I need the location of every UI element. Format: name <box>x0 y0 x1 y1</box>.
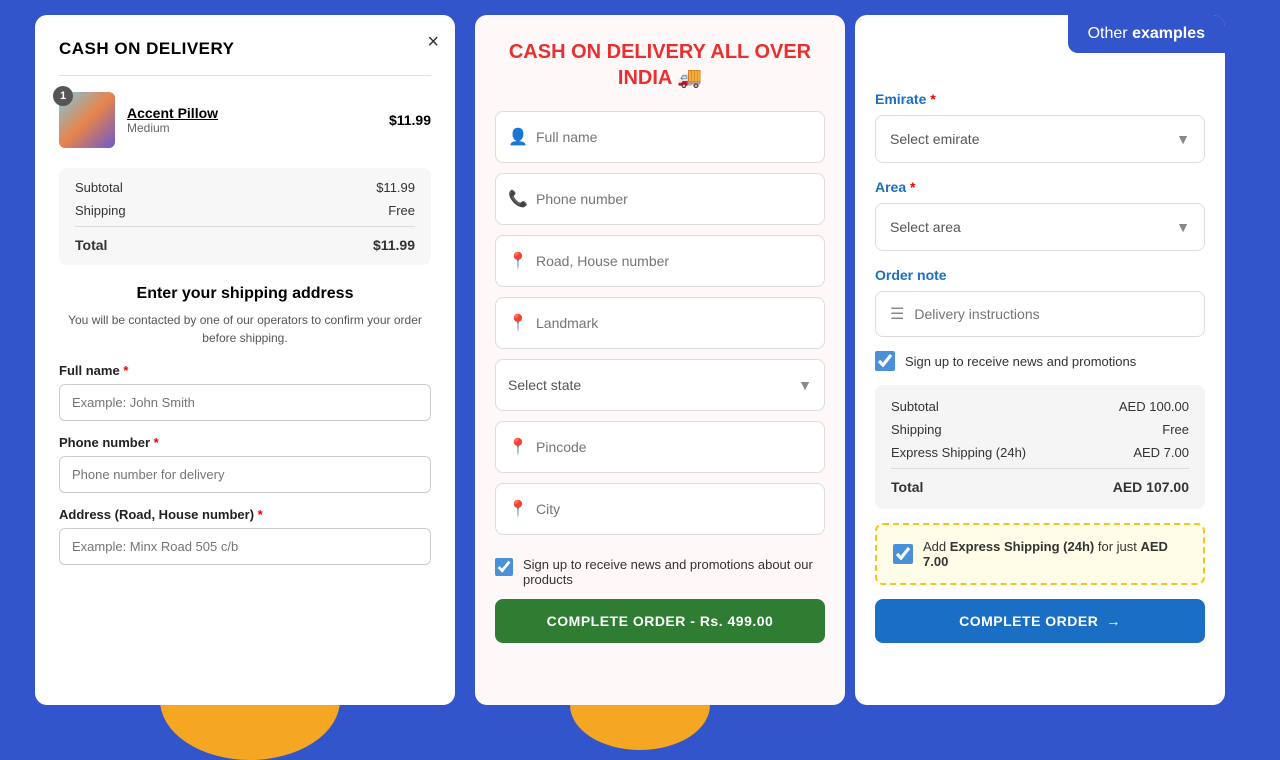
pincode-input-row: 📍 <box>495 421 825 473</box>
right-shipping-label: Shipping <box>891 422 942 437</box>
right-total-value: AED 107.00 <box>1113 479 1189 495</box>
landmark-input-row: 📍 <box>495 297 825 349</box>
middle-complete-button[interactable]: COMPLETE ORDER - Rs. 499.00 <box>495 599 825 643</box>
right-subtotal-row: Subtotal AED 100.00 <box>891 399 1189 414</box>
middle-signup-label: Sign up to receive news and promotions a… <box>523 557 825 587</box>
fullname-input[interactable] <box>59 384 431 421</box>
location-icon: 📍 <box>508 251 536 271</box>
right-express-value: AED 7.00 <box>1133 445 1189 460</box>
notes-icon: ☰ <box>890 304 904 324</box>
state-select[interactable]: Select state Maharashtra Delhi Karnataka… <box>508 377 798 393</box>
right-express-row: Express Shipping (24h) AED 7.00 <box>891 445 1189 460</box>
right-shipping-row: Shipping Free <box>891 422 1189 437</box>
subtotal-value: $11.99 <box>376 180 415 195</box>
product-variant: Medium <box>127 121 218 135</box>
city-input-row: 📍 <box>495 483 825 535</box>
product-price: $11.99 <box>389 112 431 128</box>
phone-input[interactable] <box>59 456 431 493</box>
cart-badge: 1 <box>53 86 73 106</box>
right-panel: Other examples Emirate * Select emirate … <box>855 15 1225 705</box>
right-total-label: Total <box>891 479 923 495</box>
area-label: Area * <box>875 179 1205 195</box>
middle-road-input[interactable] <box>536 253 812 269</box>
express-shipping-checkbox[interactable] <box>893 544 913 564</box>
phone-icon: 📞 <box>508 189 536 209</box>
middle-signup-checkbox[interactable] <box>495 558 513 576</box>
express-shipping-box: Add Express Shipping (24h) for just AED … <box>875 523 1205 585</box>
right-total-row: Total AED 107.00 <box>891 468 1189 495</box>
emirate-chevron-icon: ▼ <box>1176 131 1190 147</box>
state-select-row[interactable]: Select state Maharashtra Delhi Karnataka… <box>495 359 825 411</box>
middle-signup-row: Sign up to receive news and promotions a… <box>495 557 825 587</box>
examples-text: examples <box>1132 25 1205 42</box>
right-complete-arrow: → <box>1106 613 1121 629</box>
right-shipping-value: Free <box>1162 422 1189 437</box>
address-field-group: Address (Road, House number) * <box>59 507 431 565</box>
fullname-field-group: Full name * <box>59 363 431 421</box>
express-shipping-text: Add Express Shipping (24h) for just AED … <box>923 539 1187 569</box>
divider <box>59 75 431 76</box>
right-express-label: Express Shipping (24h) <box>891 445 1026 460</box>
person-icon: 👤 <box>508 127 536 147</box>
road-input-row: 📍 <box>495 235 825 287</box>
middle-fullname-input[interactable] <box>536 129 812 145</box>
panel-title: CASH ON DELIVERY <box>59 39 431 59</box>
shipping-label: Shipping <box>75 203 126 218</box>
address-label: Address (Road, House number) * <box>59 507 431 522</box>
right-subtotal-value: AED 100.00 <box>1119 399 1189 414</box>
area-chevron-icon: ▼ <box>1176 219 1190 235</box>
emirate-dropdown-row[interactable]: Select emirate Dubai Abu Dhabi Sharjah A… <box>875 115 1205 163</box>
order-note-label: Order note <box>875 267 1205 283</box>
middle-city-input[interactable] <box>536 501 812 517</box>
left-panel: × CASH ON DELIVERY 1 Accent Pillow Mediu… <box>35 15 455 705</box>
right-summary-box: Subtotal AED 100.00 Shipping Free Expres… <box>875 385 1205 509</box>
order-summary: Subtotal $11.99 Shipping Free Total $11.… <box>59 168 431 265</box>
middle-landmark-input[interactable] <box>536 315 812 331</box>
address-input[interactable] <box>59 528 431 565</box>
shipping-row: Shipping Free <box>75 203 415 218</box>
phone-field-group: Phone number * <box>59 435 431 493</box>
middle-pincode-input[interactable] <box>536 439 812 455</box>
total-label: Total <box>75 237 107 253</box>
right-complete-label: COMPLETE ORDER <box>959 613 1098 629</box>
phone-input-row: 📞 <box>495 173 825 225</box>
subtotal-row: Subtotal $11.99 <box>75 180 415 195</box>
right-signup-checkbox[interactable] <box>875 351 895 371</box>
emirate-select[interactable]: Select emirate Dubai Abu Dhabi Sharjah A… <box>890 131 1176 147</box>
product-name: Accent Pillow <box>127 105 218 121</box>
middle-title: CASH ON DELIVERY ALL OVER INDIA 🚚 <box>495 39 825 91</box>
phone-label: Phone number * <box>59 435 431 450</box>
right-subtotal-label: Subtotal <box>891 399 939 414</box>
total-row: Total $11.99 <box>75 226 415 253</box>
close-button[interactable]: × <box>427 31 439 54</box>
right-signup-row: Sign up to receive news and promotions <box>875 351 1205 371</box>
shipping-section-desc: You will be contacted by one of our oper… <box>59 311 431 347</box>
total-value: $11.99 <box>373 237 415 253</box>
area-dropdown-row[interactable]: Select area Downtown Marina Jumeirah Dei… <box>875 203 1205 251</box>
landmark-icon: 📍 <box>508 313 536 333</box>
delivery-instructions-row: ☰ <box>875 291 1205 337</box>
subtotal-label: Subtotal <box>75 180 123 195</box>
middle-phone-input[interactable] <box>536 191 812 207</box>
right-complete-button[interactable]: COMPLETE ORDER → <box>875 599 1205 643</box>
right-signup-label: Sign up to receive news and promotions <box>905 354 1136 369</box>
cart-image-wrap: 1 <box>59 92 115 148</box>
pincode-icon: 📍 <box>508 437 536 457</box>
other-text: Other <box>1088 25 1132 42</box>
emirate-label: Emirate * <box>875 91 1205 107</box>
delivery-instructions-input[interactable] <box>914 306 1190 322</box>
middle-panel: CASH ON DELIVERY ALL OVER INDIA 🚚 👤 📞 📍 … <box>475 15 845 705</box>
other-examples-badge: Other examples <box>1068 15 1225 53</box>
fullname-input-row: 👤 <box>495 111 825 163</box>
city-icon: 📍 <box>508 499 536 519</box>
chevron-down-icon: ▼ <box>798 377 812 393</box>
cart-item: 1 Accent Pillow Medium $11.99 <box>59 92 431 148</box>
shipping-section-title: Enter your shipping address <box>59 285 431 303</box>
shipping-value: Free <box>388 203 415 218</box>
area-select[interactable]: Select area Downtown Marina Jumeirah Dei… <box>890 219 1176 235</box>
fullname-label: Full name * <box>59 363 431 378</box>
